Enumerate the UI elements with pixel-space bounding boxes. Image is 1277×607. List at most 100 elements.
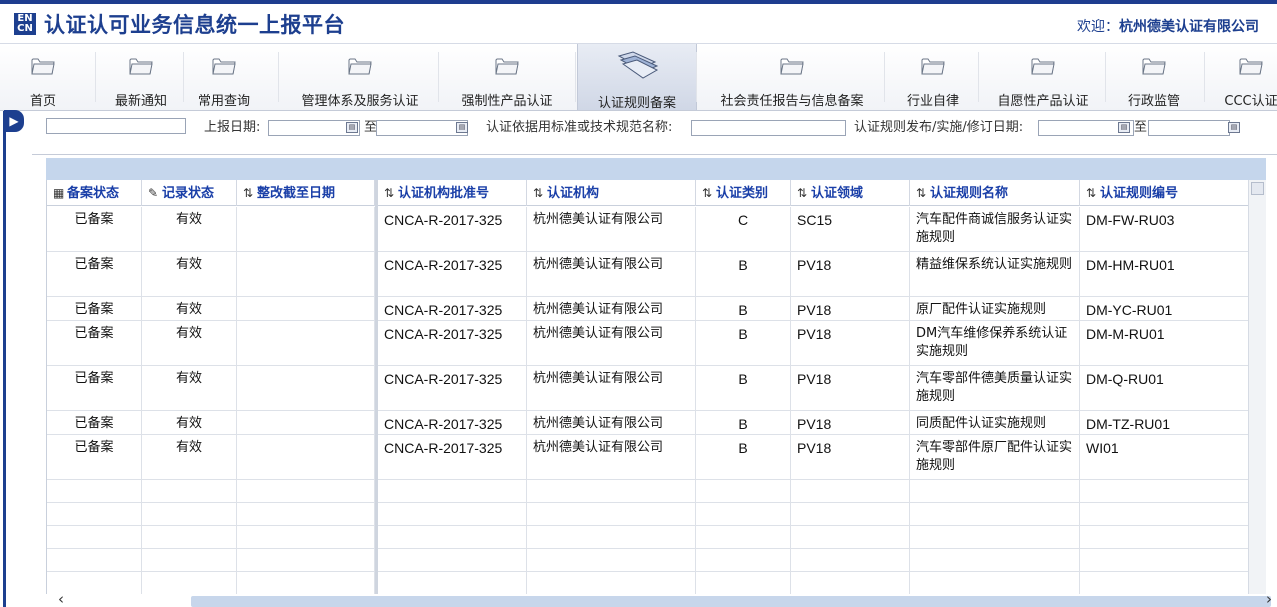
sort-icon: ⇅ <box>1086 186 1097 200</box>
empty-table-row <box>47 549 1249 572</box>
nav-item-label: 常用查询 <box>197 94 250 109</box>
table-row[interactable]: 已备案 有效 CNCA-R-2017-325 杭州德美认证有限公司 B PV18 原厂配件认… <box>47 297 1249 321</box>
nav-item-1[interactable]: 最新通知 <box>97 44 185 110</box>
empty-cell <box>378 549 527 571</box>
frozen-column-divider[interactable] <box>375 180 378 594</box>
basis-standard-label: 认证依据用标准或技术规范名称: <box>486 120 673 135</box>
table-row[interactable]: 已备案 有效 CNCA-R-2017-325 杭州德美认证有限公司 B PV18 精益维保系… <box>47 252 1249 297</box>
nav-item-8[interactable]: 自愿性产品认证 <box>980 44 1106 110</box>
table-row[interactable]: 已备案 有效 CNCA-R-2017-325 杭州德美认证有限公司 C SC15 汽车配件商… <box>47 207 1249 252</box>
nav-item-7[interactable]: 行业自律 <box>886 44 980 110</box>
nav-divider <box>978 52 979 102</box>
sort-icon: ⇅ <box>916 186 927 200</box>
nav-item-3[interactable]: 管理体系及服务认证 <box>280 44 440 110</box>
nav-item-label: 强制性产品认证 <box>461 94 553 109</box>
nav-item-label: 自愿性产品认证 <box>997 94 1089 109</box>
table-cell-category: B <box>696 435 791 479</box>
nav-item-9[interactable]: 行政监管 <box>1107 44 1201 110</box>
welcome-org: 杭州德美认证有限公司 <box>1119 19 1259 35</box>
table-row[interactable]: 已备案 有效 CNCA-R-2017-325 杭州德美认证有限公司 B PV18 汽车零部件… <box>47 435 1249 480</box>
table-cell-org: 杭州德美认证有限公司 <box>527 366 696 410</box>
rule-date-to-label: 至 <box>1134 120 1148 135</box>
scroll-left-icon[interactable]: ‹ <box>58 590 64 607</box>
app-window: EN CN 认证认可业务信息统一上报平台 欢迎：杭州德美认证有限公司 首页 最新通知… <box>0 0 1277 607</box>
table-cell-rule-name: 原厂配件认证实施规则 <box>910 297 1080 320</box>
folder-icon <box>494 56 520 76</box>
folder-icon <box>347 56 373 76</box>
empty-cell <box>696 572 791 594</box>
table-cell-rule-no: DM-YC-RU01 <box>1080 297 1249 320</box>
empty-cell <box>142 572 237 594</box>
table-cell-field: PV18 <box>791 411 910 434</box>
column-header[interactable]: ⇅ 认证机构 <box>527 180 696 206</box>
scroll-up-button[interactable] <box>1251 182 1264 195</box>
calendar-icon[interactable]: ▤ <box>1118 122 1130 133</box>
filter-bar: 上报日期: ▤ 至 ▤ 认证依据用标准或技术规范名称: 认证规则发布/实施/修订… <box>32 111 1277 155</box>
vertical-scrollbar[interactable] <box>1248 180 1266 594</box>
logo-icon: EN CN <box>14 13 36 35</box>
column-header[interactable]: ⇅ 认证领域 <box>791 180 910 206</box>
table-cell-approval-no: CNCA-R-2017-325 <box>378 435 527 479</box>
table-cell-category: C <box>696 207 791 251</box>
horizontal-scrollbar[interactable]: ‹ › <box>46 590 1277 607</box>
nav-item-5[interactable]: 认证规则备案 <box>577 44 697 111</box>
empty-cell <box>142 549 237 571</box>
nav-item-label: 行政监管 <box>1127 94 1180 109</box>
table-cell-deadline <box>237 411 375 434</box>
table-cell-rule-no: DM-TZ-RU01 <box>1080 411 1249 434</box>
empty-table-row <box>47 503 1249 526</box>
grid-toolbar-band <box>46 158 1266 180</box>
column-header[interactable]: ✎ 记录状态 <box>142 180 237 206</box>
basis-standard-input[interactable] <box>691 120 846 136</box>
calendar-icon[interactable]: ▤ <box>1228 122 1240 133</box>
sort-icon: ⇅ <box>797 186 808 200</box>
report-date-to-input[interactable] <box>376 120 468 136</box>
expand-sidebar-button[interactable]: ▶ <box>4 110 24 132</box>
calendar-icon[interactable]: ▤ <box>456 122 468 133</box>
table-cell-deadline <box>237 207 375 251</box>
table-cell-filing-status: 已备案 <box>47 411 142 434</box>
table-cell-field: SC15 <box>791 207 910 251</box>
folder-icon <box>211 56 237 76</box>
filter-input-left[interactable] <box>46 118 186 134</box>
column-header-label: 认证机构批准号 <box>398 186 490 201</box>
folder-icon <box>128 56 154 76</box>
column-header[interactable]: ▦ 备案状态 <box>47 180 142 206</box>
table-cell-filing-status: 已备案 <box>47 207 142 251</box>
table-cell-field: PV18 <box>791 252 910 296</box>
column-header[interactable]: ⇅ 整改截至日期 <box>237 180 375 206</box>
calendar-icon[interactable]: ▤ <box>346 122 358 133</box>
empty-cell <box>696 480 791 502</box>
column-header[interactable]: ⇅ 认证规则编号 <box>1080 180 1249 206</box>
rule-date-to-input[interactable] <box>1148 120 1230 136</box>
table-cell-rule-name: DM汽车维修保养系统认证实施规则 <box>910 321 1080 365</box>
empty-cell <box>910 572 1080 594</box>
table-cell-approval-no: CNCA-R-2017-325 <box>378 366 527 410</box>
horizontal-scroll-thumb[interactable] <box>191 596 1271 607</box>
column-header[interactable]: ⇅ 认证类别 <box>696 180 791 206</box>
nav-divider <box>1204 52 1205 102</box>
nav-item-10[interactable]: CCC认证 <box>1206 44 1277 110</box>
table-cell-approval-no: CNCA-R-2017-325 <box>378 207 527 251</box>
table-cell-rule-name: 汽车零部件德美质量认证实施规则 <box>910 366 1080 410</box>
nav-divider <box>278 52 279 102</box>
folder-icon <box>1030 56 1056 76</box>
empty-cell <box>237 526 375 548</box>
nav-item-0[interactable]: 首页 <box>10 44 76 110</box>
sort-icon: ⇅ <box>702 186 713 200</box>
table-row[interactable]: 已备案 有效 CNCA-R-2017-325 杭州德美认证有限公司 B PV18 DM汽车维… <box>47 321 1249 366</box>
column-header-label: 整改截至日期 <box>257 186 336 201</box>
column-header-label: 认证规则名称 <box>930 186 1009 201</box>
table-row[interactable]: 已备案 有效 CNCA-R-2017-325 杭州德美认证有限公司 B PV18 同质配件认… <box>47 411 1249 435</box>
grid-icon: ▦ <box>53 186 65 200</box>
nav-item-2[interactable]: 常用查询 <box>185 44 263 110</box>
table-row[interactable]: 已备案 有效 CNCA-R-2017-325 杭州德美认证有限公司 B PV18 汽车零部件… <box>47 366 1249 411</box>
column-header[interactable]: ⇅ 认证规则名称 <box>910 180 1080 206</box>
scroll-right-icon[interactable]: › <box>1266 590 1272 607</box>
empty-cell <box>47 503 142 525</box>
nav-item-6[interactable]: 社会责任报告与信息备案 <box>698 44 886 110</box>
sort-icon: ⇅ <box>384 186 395 200</box>
nav-item-4[interactable]: 强制性产品认证 <box>440 44 574 110</box>
empty-cell <box>696 503 791 525</box>
column-header[interactable]: ⇅ 认证机构批准号 <box>378 180 527 206</box>
